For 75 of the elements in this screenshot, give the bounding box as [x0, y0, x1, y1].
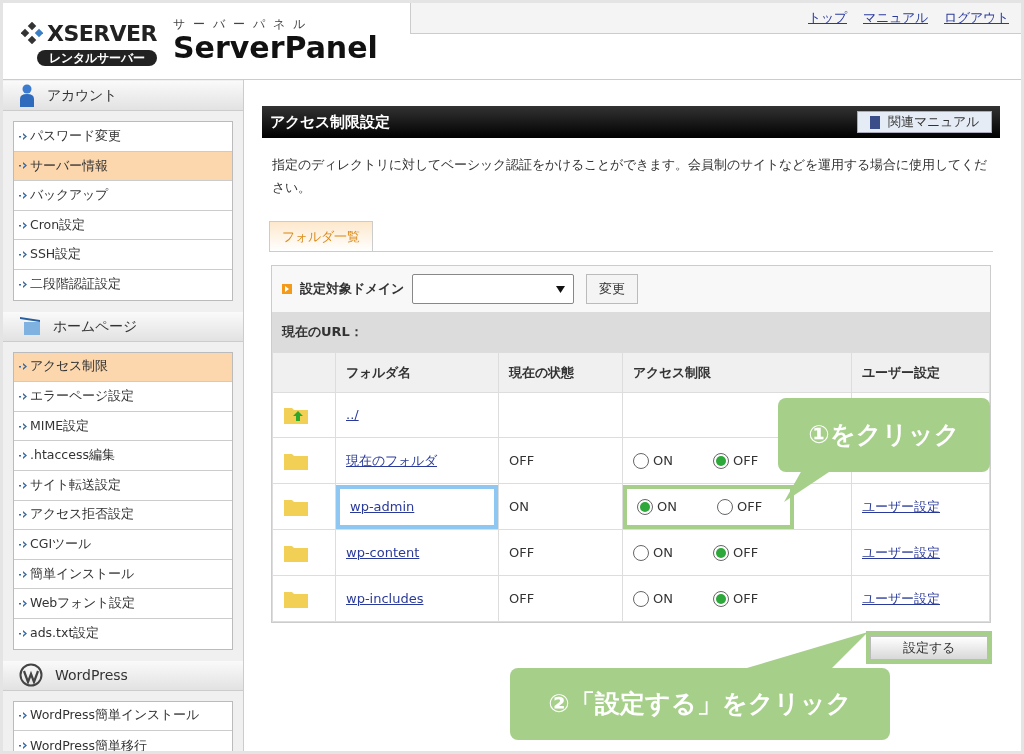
diamond-logo-icon: [21, 22, 44, 44]
section-title: WordPress: [55, 665, 128, 685]
arrow-icon: [19, 599, 28, 609]
folder-link[interactable]: wp-admin: [350, 496, 415, 517]
radio-label: ON: [653, 543, 673, 562]
domain-label: 設定対象ドメイン: [300, 280, 404, 299]
arrow-icon: [19, 191, 28, 200]
radio-label: ON: [653, 451, 673, 470]
folder-link[interactable]: ../: [346, 405, 359, 425]
arrow-icon: [19, 569, 28, 579]
folder-up-icon: [283, 405, 309, 425]
radio-button[interactable]: [637, 498, 653, 515]
radio-button[interactable]: [633, 590, 649, 607]
column-header: ユーザー設定: [851, 352, 990, 393]
radio-button[interactable]: [712, 590, 729, 607]
radio-button[interactable]: [633, 544, 649, 561]
arrow-icon: [19, 539, 28, 549]
arrow-icon: [19, 362, 28, 372]
arrow-icon: [19, 220, 28, 230]
sidebar-item[interactable]: サーバー情報: [14, 151, 232, 182]
book-icon: [870, 115, 880, 129]
column-header: フォルダ名: [335, 352, 499, 393]
product-kana: サーバーパネル: [173, 17, 314, 31]
column-header: アクセス制限: [622, 352, 852, 393]
page-title: アクセス制限設定: [270, 111, 390, 133]
submit-button[interactable]: 設定する: [870, 635, 988, 660]
bullet-icon: [282, 284, 292, 294]
status-text: OFF: [509, 590, 535, 606]
arrow-icon: [19, 421, 28, 431]
user-settings-link[interactable]: ユーザー設定: [862, 544, 940, 560]
arrow-icon: [19, 161, 28, 171]
brand-badge: レンタルサーバー: [37, 49, 157, 66]
arrow-icon: [19, 250, 28, 260]
header-link[interactable]: マニュアル: [863, 8, 928, 28]
radio-label: OFF: [732, 451, 759, 470]
product-name: ServerPanel: [173, 31, 378, 65]
arrow-icon: [19, 131, 28, 141]
header-link[interactable]: トップ: [808, 8, 847, 28]
radio-label: ON: [653, 589, 673, 608]
arrow-icon: [19, 280, 28, 290]
radio-button[interactable]: [712, 544, 729, 561]
status-text: OFF: [509, 452, 535, 468]
url-label: 現在のURL：: [282, 323, 363, 342]
radio-button[interactable]: [716, 498, 733, 515]
status-text: OFF: [509, 544, 535, 560]
status-text: ON: [509, 498, 529, 514]
header-link[interactable]: ログアウト: [944, 8, 1009, 28]
section-title: ホームページ: [53, 316, 137, 336]
manual-button[interactable]: 関連マニュアル: [857, 111, 992, 133]
dropdown-caret-icon: [556, 285, 565, 293]
brand-name: XSERVER: [47, 19, 157, 48]
person-icon: [19, 83, 35, 108]
arrow-icon: [19, 391, 28, 401]
user-settings-link[interactable]: ユーザー設定: [862, 590, 940, 606]
column-header: 現在の状態: [498, 352, 623, 393]
radio-button[interactable]: [712, 452, 729, 469]
arrow-icon: [19, 711, 28, 721]
sidebar-item[interactable]: アクセス制限: [14, 352, 232, 383]
radio-button[interactable]: [633, 452, 649, 469]
radio-label: OFF: [732, 543, 759, 562]
arrow-icon: [19, 451, 28, 461]
logo-icon: [19, 663, 43, 687]
radio-label: OFF: [736, 497, 763, 516]
user-settings-link[interactable]: ユーザー設定: [862, 498, 940, 514]
domain-select[interactable]: [412, 274, 574, 304]
arrow-icon: [19, 480, 28, 490]
description: 指定のディレクトリに対してベーシック認証をかけることができます。会員制のサイトなどを運用する場合に使用してください。: [271, 156, 988, 197]
change-button[interactable]: 変更: [586, 274, 638, 304]
radio-label: ON: [657, 497, 677, 516]
radio-label: OFF: [732, 589, 759, 608]
page-icon: [19, 316, 41, 337]
arrow-icon: [19, 629, 28, 639]
section-title: アカウント: [47, 86, 117, 105]
arrow-icon: [19, 741, 28, 751]
arrow-icon: [19, 510, 28, 520]
